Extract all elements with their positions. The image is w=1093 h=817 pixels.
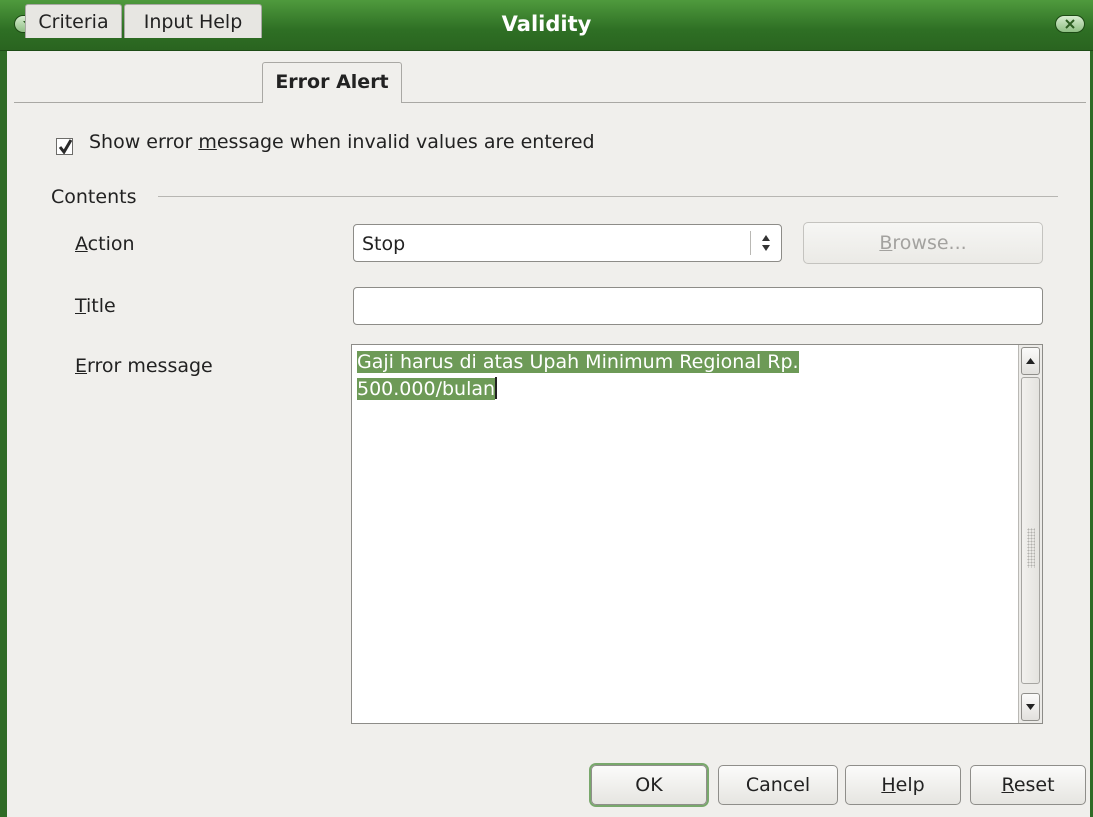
selected-text-line-2: 500.000/bulan xyxy=(357,378,496,400)
help-button[interactable]: Help xyxy=(845,765,961,805)
title-input[interactable] xyxy=(353,287,1043,325)
selected-text-line-1: Gaji harus di atas Upah Minimum Regional… xyxy=(357,351,799,373)
ok-button[interactable]: OK xyxy=(591,765,707,805)
arrow-down-icon xyxy=(1026,704,1035,710)
select-separator xyxy=(750,231,751,255)
window-close-button[interactable] xyxy=(1055,15,1085,33)
browse-button[interactable]: Browse... xyxy=(803,222,1043,264)
close-icon xyxy=(1065,19,1075,29)
validity-dialog: Validity Criteria Input Help Error Alert… xyxy=(0,0,1093,817)
vertical-scrollbar[interactable] xyxy=(1018,345,1042,723)
action-select[interactable]: Stop xyxy=(353,224,782,262)
section-divider xyxy=(158,196,1058,197)
checkmark-icon xyxy=(58,139,73,154)
arrow-up-icon xyxy=(1026,358,1035,364)
title-label: Title xyxy=(75,295,116,317)
reset-button[interactable]: Reset xyxy=(970,765,1086,805)
scroll-up-button[interactable] xyxy=(1021,347,1040,375)
up-down-arrows-icon xyxy=(762,235,770,251)
tab-error-alert-label: Error Alert xyxy=(275,71,389,93)
tab-input-help-label: Input Help xyxy=(143,11,243,33)
tab-input-help[interactable]: Input Help xyxy=(124,4,262,38)
contents-section-label: Contents xyxy=(51,186,137,208)
tab-page-border xyxy=(14,102,263,103)
action-label: Action xyxy=(75,233,135,255)
grip-icon xyxy=(1027,528,1035,568)
scroll-down-button[interactable] xyxy=(1021,693,1040,721)
tab-page-border xyxy=(401,102,1086,103)
tab-error-alert[interactable]: Error Alert xyxy=(262,62,402,102)
scrollbar-thumb[interactable] xyxy=(1021,377,1040,684)
action-select-value: Stop xyxy=(362,233,406,255)
error-message-textarea[interactable]: Gaji harus di atas Upah Minimum Regional… xyxy=(351,344,1043,724)
tab-criteria-label: Criteria xyxy=(38,11,109,33)
error-message-text: Gaji harus di atas Upah Minimum Regional… xyxy=(357,349,1007,403)
show-error-checkbox[interactable] xyxy=(56,138,73,155)
cancel-button[interactable]: Cancel xyxy=(718,765,838,805)
show-error-label[interactable]: Show error message when invalid values a… xyxy=(89,131,595,153)
text-caret xyxy=(495,377,498,399)
error-message-label: Error message xyxy=(75,355,213,377)
tab-criteria[interactable]: Criteria xyxy=(25,4,122,38)
